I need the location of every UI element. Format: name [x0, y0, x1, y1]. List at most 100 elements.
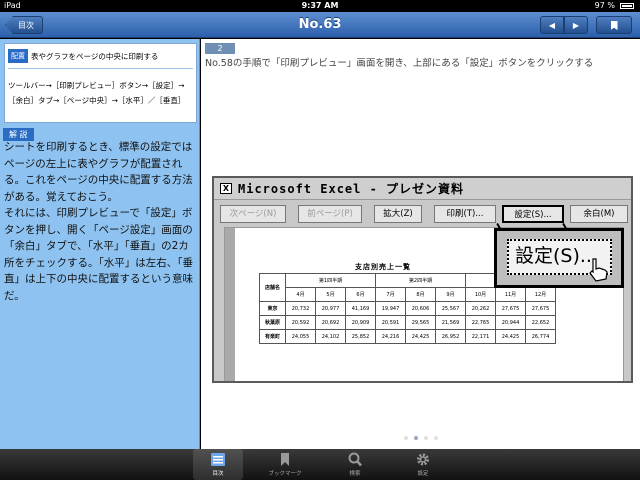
- excel-settings-button: 設定(S)...: [502, 205, 564, 223]
- tab-label: 検索: [349, 471, 361, 477]
- sheet-cell: 5月: [315, 287, 346, 302]
- category-tag: 配置: [8, 49, 28, 63]
- battery-icon: [620, 3, 634, 9]
- tab-bar: 目次 ブックマーク 検索 設定: [0, 449, 640, 480]
- sheet-cell: 24,425: [495, 329, 526, 344]
- sheet-cell: 店舗名: [259, 273, 286, 302]
- sheet-cell: 20,977: [315, 301, 346, 316]
- sheet-cell: 10月: [465, 287, 496, 302]
- sheet-cell: 11月: [495, 287, 526, 302]
- sheet-row: 秋葉原 20,592 20,692 20,909 20,591 29,565 2…: [259, 315, 556, 330]
- page-dot: [404, 436, 408, 440]
- sheet-cell: 26,952: [435, 329, 466, 344]
- page-dot: [424, 436, 428, 440]
- excel-print-button: 印刷(T)...: [434, 205, 496, 223]
- sheet-title: 支店別売上一覧: [355, 263, 411, 271]
- previous-page-button[interactable]: ◀: [540, 16, 564, 34]
- topic-title: 表やグラフをページの中央に印刷する: [31, 51, 159, 61]
- step-text: No.58の手順で「印刷プレビュー」画面を開き、上部にある「設定」ボタンをクリッ…: [205, 58, 594, 69]
- status-right: 97 %: [595, 0, 634, 12]
- page-dot-current: [414, 436, 418, 440]
- main-content: 2 No.58の手順で「印刷プレビュー」画面を開き、上部にある「設定」ボタンをク…: [201, 39, 640, 449]
- sheet-cell: 20,606: [405, 301, 436, 316]
- topic-header: 配置 表やグラフをページの中央に印刷する: [8, 49, 158, 63]
- sheet-cell: 東京: [259, 301, 286, 316]
- excel-icon: X: [220, 183, 232, 194]
- sheet-cell: 21,569: [435, 315, 466, 330]
- sheet-month-row: 4月 5月 6月 7月 8月 9月 10月 11月 12月: [260, 287, 556, 302]
- tab-contents[interactable]: 目次: [193, 449, 243, 480]
- excel-screenshot: X Microsoft Excel - プレゼン資料 次ページ(N) 前ページ(…: [212, 176, 633, 383]
- sheet-cell: 29,565: [405, 315, 436, 330]
- gear-icon: [417, 453, 429, 466]
- bookmark-button[interactable]: [596, 16, 632, 34]
- cursor-hand-icon: [589, 258, 608, 282]
- sheet-cell: 20,732: [285, 301, 316, 316]
- sheet-cell: 6月: [345, 287, 376, 302]
- excel-preview-toolbar: 次ページ(N) 前ページ(P) 拡大(Z) 印刷(T)... 設定(S)... …: [214, 201, 631, 227]
- sheet-cell: 27,675: [525, 301, 556, 316]
- tab-search[interactable]: 検索: [330, 449, 380, 480]
- sheet-cell: 27,675: [495, 301, 526, 316]
- sheet-cell: 第1四半期: [285, 273, 376, 288]
- left-panel: 配置 表やグラフをページの中央に印刷する ツールバー→［印刷プレビュー］ボタン→…: [0, 39, 200, 449]
- excel-margins-button: 余白(M): [570, 205, 628, 223]
- sheet-cell: 24,102: [315, 329, 346, 344]
- sheet-cell: 12月: [525, 287, 556, 302]
- excel-next-page-button: 次ページ(N): [220, 205, 286, 223]
- tab-label: ブックマーク: [268, 471, 302, 477]
- sheet-cell: 24,216: [375, 329, 406, 344]
- bookmark-icon: [610, 21, 618, 30]
- explanation-text: シートを印刷するとき、標準の設定ではページの左上に表やグラフが配置される。これを…: [4, 141, 193, 302]
- next-page-button[interactable]: ▶: [564, 16, 588, 34]
- sheet-cell: 20,591: [375, 315, 406, 330]
- sheet-cell: 7月: [375, 287, 406, 302]
- tab-settings[interactable]: 設定: [398, 449, 448, 480]
- page-dot: [434, 436, 438, 440]
- sheet-cell: 24,425: [405, 329, 436, 344]
- sheet-cell: 22,171: [465, 329, 496, 344]
- bookmark-icon: [281, 453, 289, 466]
- tab-bookmarks[interactable]: ブックマーク: [260, 449, 310, 480]
- battery-text: 97 %: [594, 1, 615, 10]
- sheet-cell: 4月: [285, 287, 316, 302]
- excel-prev-page-button: 前ページ(P): [298, 205, 362, 223]
- tab-label: 目次: [212, 471, 224, 477]
- tab-label: 設定: [417, 471, 429, 477]
- clock: 9:37 AM: [301, 1, 339, 10]
- preview-margin: [225, 228, 235, 381]
- step-number: 2: [205, 43, 235, 54]
- list-icon: [211, 453, 225, 466]
- sheet-cell: 20,592: [285, 315, 316, 330]
- zoom-callout: 設定(S)...: [494, 228, 624, 288]
- sheet-cell: 20,262: [465, 301, 496, 316]
- sheet-cell: 20,692: [315, 315, 346, 330]
- sheet-cell: 25,852: [345, 329, 376, 344]
- sheet-cell: 24,055: [285, 329, 316, 344]
- sheet-row: 有楽町 24,055 24,102 25,852 24,216 24,425 2…: [259, 329, 556, 344]
- sheet-cell: 20,909: [345, 315, 376, 330]
- sheet-cell: 22,652: [525, 315, 556, 330]
- topic-steps: ツールバー→［印刷プレビュー］ボタン→［設定］→［余白］タブ→［ページ中央］→［…: [8, 81, 186, 105]
- sheet-row: 東京 20,732 20,977 41,169 19,947 20,606 25…: [259, 301, 556, 316]
- sheet-cell: 秋葉原: [259, 315, 286, 330]
- sheet-cell: 8月: [405, 287, 436, 302]
- excel-window-title: Microsoft Excel - プレゼン資料: [238, 182, 465, 196]
- sheet-cell: 有楽町: [259, 329, 286, 344]
- sheet-cell: 第2四半期: [375, 273, 466, 288]
- sheet-cell: 19,947: [375, 301, 406, 316]
- sheet-cell: 26,774: [525, 329, 556, 344]
- sheet-cell: 9月: [435, 287, 466, 302]
- sheet-cell: 20,944: [495, 315, 526, 330]
- divider: [8, 68, 193, 69]
- excel-zoom-button: 拡大(Z): [374, 205, 422, 223]
- search-icon: [348, 452, 362, 467]
- navigation-bar: 目次 No.63 ◀ ▶: [0, 12, 640, 38]
- excel-titlebar: X Microsoft Excel - プレゼン資料: [214, 178, 631, 200]
- status-bar: iPad 9:37 AM 97 %: [0, 0, 640, 12]
- page-indicator: [404, 436, 438, 440]
- sheet-cell: 41,169: [345, 301, 376, 316]
- sheet-cell: 22,765: [465, 315, 496, 330]
- topic-card: 配置 表やグラフをページの中央に印刷する ツールバー→［印刷プレビュー］ボタン→…: [4, 43, 197, 123]
- sheet-cell: 25,567: [435, 301, 466, 316]
